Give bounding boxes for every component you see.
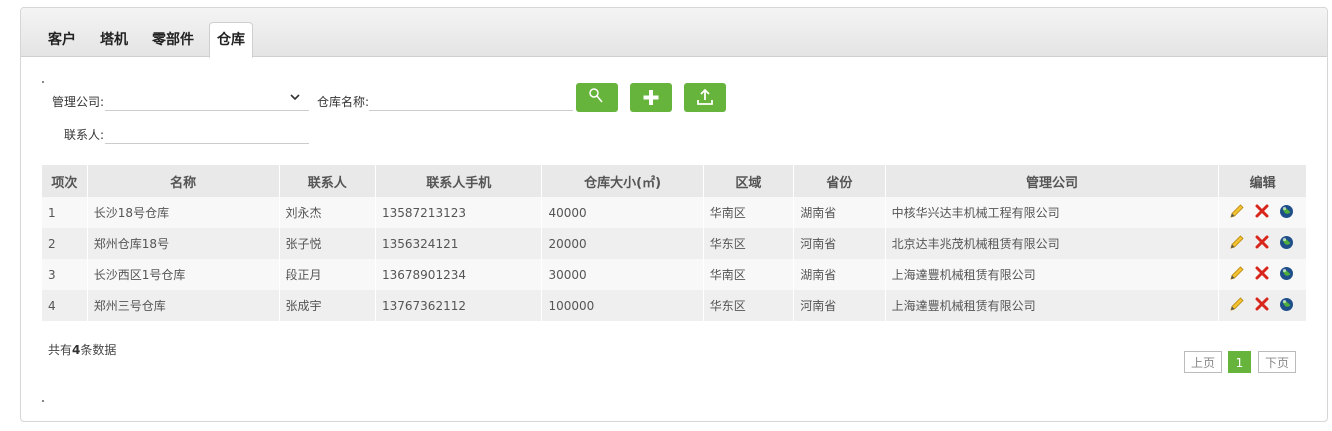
- pencil-icon[interactable]: [1229, 296, 1245, 315]
- warehouse-name-label: 仓库名称:: [317, 95, 370, 109]
- globe-icon[interactable]: [1279, 204, 1294, 222]
- table-header-row: 项次 名称 联系人 联系人手机 仓库大小(㎡) 区域 省份 管理公司 编辑: [42, 165, 1307, 197]
- cell-province: 河南省: [793, 290, 886, 321]
- decor-dot: [42, 400, 44, 402]
- next-page-button[interactable]: 下页: [1258, 351, 1296, 373]
- header-phone: 联系人手机: [375, 165, 543, 197]
- cell-size: 100000: [541, 290, 704, 321]
- cell-phone: 13587213123: [375, 197, 543, 228]
- cell-index: 3: [42, 259, 88, 290]
- cell-region: 华东区: [703, 290, 795, 321]
- search-icon: [589, 88, 603, 103]
- record-count-prefix: 共有: [48, 343, 73, 357]
- edit-actions: [1218, 290, 1307, 321]
- edit-actions: [1218, 197, 1307, 228]
- record-count: 共有4条数据: [48, 341, 116, 358]
- warehouse-name-input[interactable]: [369, 90, 573, 111]
- table-row: 2 郑州仓库18号 张子悦 1356324121 20000 华东区 河南省 北…: [42, 228, 1307, 259]
- cell-name: 长沙18号仓库: [87, 197, 280, 228]
- cell-province: 河南省: [793, 228, 886, 259]
- export-button[interactable]: [684, 83, 726, 112]
- tab-customers[interactable]: 客户: [41, 24, 83, 56]
- globe-icon[interactable]: [1279, 235, 1294, 253]
- cell-region: 华东区: [703, 228, 795, 259]
- contact-input[interactable]: [105, 123, 309, 144]
- plus-icon: [643, 90, 659, 105]
- delete-icon[interactable]: [1255, 204, 1269, 221]
- cell-name: 郑州三号仓库: [87, 290, 280, 321]
- cell-region: 华南区: [703, 197, 795, 228]
- header-name: 名称: [87, 165, 280, 197]
- cell-contact: 张成宇: [279, 290, 377, 321]
- cell-company: 北京达丰兆茂机械租赁有限公司: [885, 228, 1220, 259]
- delete-icon[interactable]: [1255, 266, 1269, 283]
- cell-phone: 13767362112: [375, 290, 543, 321]
- delete-icon[interactable]: [1255, 297, 1269, 314]
- header-size: 仓库大小(㎡): [541, 165, 704, 197]
- tab-cranes[interactable]: 塔机: [93, 24, 135, 56]
- cell-province: 湖南省: [793, 259, 886, 290]
- tab-parts[interactable]: 零部件: [145, 24, 201, 56]
- header-index: 项次: [42, 165, 88, 197]
- edit-actions: [1218, 228, 1307, 259]
- header-region: 区域: [703, 165, 795, 197]
- edit-actions: [1218, 259, 1307, 290]
- prev-page-button[interactable]: 上页: [1184, 351, 1222, 373]
- cell-contact: 刘永杰: [279, 197, 377, 228]
- header-company: 管理公司: [885, 165, 1220, 197]
- globe-icon[interactable]: [1279, 297, 1294, 315]
- company-select[interactable]: [105, 90, 309, 111]
- pencil-icon[interactable]: [1229, 234, 1245, 253]
- chevron-down-icon[interactable]: [289, 91, 301, 106]
- globe-icon[interactable]: [1279, 266, 1294, 284]
- header-contact: 联系人: [279, 165, 377, 197]
- company-label: 管理公司:: [52, 95, 105, 109]
- cell-company: 中核华兴达丰机械工程有限公司: [885, 197, 1220, 228]
- cell-company: 上海達豐机械租赁有限公司: [885, 259, 1220, 290]
- cell-index: 1: [42, 197, 88, 228]
- add-button[interactable]: [630, 83, 672, 112]
- cell-index: 4: [42, 290, 88, 321]
- header-edit: 编辑: [1218, 165, 1307, 197]
- table-row: 1 长沙18号仓库 刘永杰 13587213123 40000 华南区 湖南省 …: [42, 197, 1307, 228]
- cell-name: 郑州仓库18号: [87, 228, 280, 259]
- tab-bar: 客户 塔机 零部件 仓库: [21, 8, 1327, 58]
- table-row: 4 郑州三号仓库 张成宇 13767362112 100000 华东区 河南省 …: [42, 290, 1307, 321]
- tab-warehouse[interactable]: 仓库: [209, 22, 253, 58]
- cell-index: 2: [42, 228, 88, 259]
- cell-contact: 段正月: [279, 259, 377, 290]
- warehouse-table: 项次 名称 联系人 联系人手机 仓库大小(㎡) 区域 省份 管理公司 编辑 1 …: [42, 165, 1307, 321]
- warehouse-panel: 客户 塔机 零部件 仓库 管理公司: 仓库名称: 联系人: 项次 名称 联系人 …: [20, 7, 1328, 422]
- cell-phone: 1356324121: [375, 228, 543, 259]
- search-button[interactable]: [576, 83, 618, 112]
- header-province: 省份: [793, 165, 886, 197]
- pencil-icon[interactable]: [1229, 265, 1245, 284]
- cell-name: 长沙西区1号仓库: [87, 259, 280, 290]
- cell-phone: 13678901234: [375, 259, 543, 290]
- cell-contact: 张子悦: [279, 228, 377, 259]
- cell-province: 湖南省: [793, 197, 886, 228]
- cell-region: 华南区: [703, 259, 795, 290]
- delete-icon[interactable]: [1255, 235, 1269, 252]
- cell-size: 20000: [541, 228, 704, 259]
- pencil-icon[interactable]: [1229, 203, 1245, 222]
- table-row: 3 长沙西区1号仓库 段正月 13678901234 30000 华南区 湖南省…: [42, 259, 1307, 290]
- page-1-button[interactable]: 1: [1228, 351, 1251, 373]
- cell-size: 40000: [541, 197, 704, 228]
- decor-dot: [42, 81, 44, 83]
- cell-company: 上海達豐机械租赁有限公司: [885, 290, 1220, 321]
- contact-label: 联系人:: [64, 128, 105, 142]
- record-count-suffix: 条数据: [80, 343, 117, 357]
- upload-icon: [697, 88, 713, 105]
- cell-size: 30000: [541, 259, 704, 290]
